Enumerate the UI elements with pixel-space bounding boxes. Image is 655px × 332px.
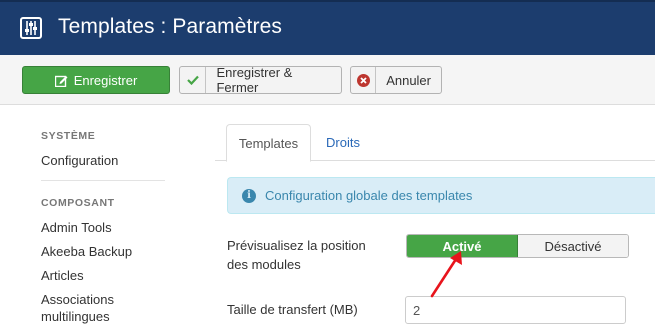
toolbar: Enregistrer Enregistrer & Fermer Annuler [0,55,655,105]
preview-label: Prévisualisez la position des modules [227,236,366,274]
tab-templates[interactable]: Templates [226,124,311,162]
info-icon: i [242,188,256,203]
sidebar-item-associations[interactable]: Associations multilingues [41,291,141,325]
transfer-size-input[interactable]: 2 [405,296,626,324]
cancel-label: Annuler [386,72,431,88]
info-alert: i Configuration globale des templates [227,177,655,214]
edit-icon [54,75,68,87]
sidebar-heading-component: COMPOSANT [41,197,115,209]
tab-bar: Templates Droits [215,124,655,162]
transfer-label: Taille de transfert (MB) [227,302,358,317]
cancel-button[interactable]: Annuler [350,66,442,94]
preview-label-line1: Prévisualisez la position [227,238,366,253]
save-button[interactable]: Enregistrer [22,66,170,94]
sidebar-heading-system: SYSTÈME [41,130,96,142]
cancel-icon [351,67,377,93]
toggle-off-button[interactable]: Désactivé [518,235,628,257]
save-close-button[interactable]: Enregistrer & Fermer [179,65,342,95]
check-icon [180,67,207,93]
save-close-label: Enregistrer & Fermer [216,65,293,95]
page-header: Templates : Paramètres [0,0,655,55]
info-text: Configuration globale des templates [265,188,473,203]
sidebar-item-configuration[interactable]: Configuration [41,152,118,169]
save-button-label: Enregistrer [73,72,138,88]
page-title: Templates : Paramètres [58,15,282,38]
tab-permissions[interactable]: Droits [326,124,360,161]
sidebar-divider [41,180,165,181]
sidebar-item-articles[interactable]: Articles [41,267,84,284]
red-arrow [430,251,462,298]
preview-label-line2: des modules [227,257,301,272]
sidebar: SYSTÈME Configuration COMPOSANT Admin To… [0,106,200,332]
sliders-icon [20,17,42,39]
sidebar-item-akeeba-backup[interactable]: Akeeba Backup [41,243,132,260]
sidebar-item-admin-tools[interactable]: Admin Tools [41,219,112,236]
